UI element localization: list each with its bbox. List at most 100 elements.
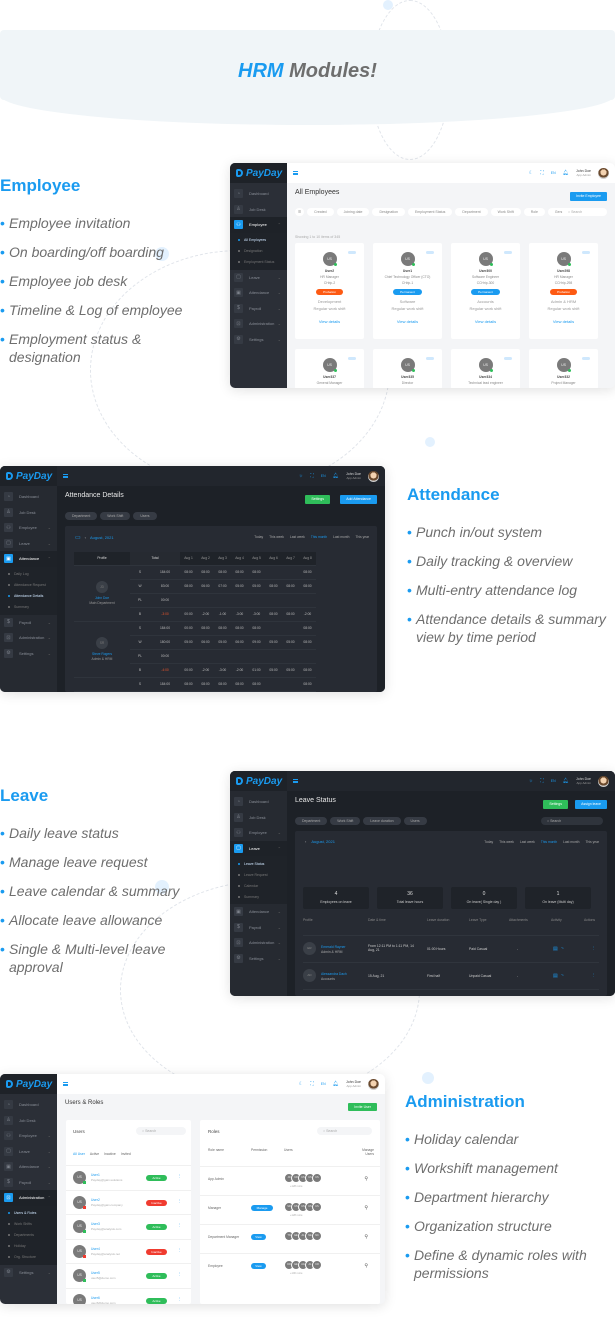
employee-card[interactable]: US User337 General Manager xyxy=(295,349,364,388)
sidebar-item-attendance[interactable]: ▣ Attendance ⌄ xyxy=(230,904,287,920)
filter-toggle-button[interactable]: ☰ xyxy=(295,208,305,216)
user-actions-icon[interactable]: ⋮ xyxy=(178,1248,181,1252)
user-name-link[interactable]: User5 xyxy=(91,1271,100,1275)
avatar[interactable] xyxy=(598,775,609,787)
permission-badge[interactable]: View xyxy=(251,1263,266,1269)
filter-pill[interactable]: Created xyxy=(307,208,334,216)
menu-icon[interactable] xyxy=(293,171,298,175)
settings-button[interactable]: Settings xyxy=(543,800,568,809)
sidebar-item-settings[interactable]: ⚙ Settings ⌄ xyxy=(0,1265,57,1281)
sidebar-item-settings[interactable]: ⚙ Settings ⌄ xyxy=(230,951,287,967)
filter-pill[interactable]: Users xyxy=(403,817,427,825)
user-actions-icon[interactable]: ⋮ xyxy=(178,1199,181,1203)
submenu-item[interactable]: Org. Structure xyxy=(0,1252,57,1263)
sidebar-item-employee[interactable]: ⚇ Employee ⌃ xyxy=(230,217,287,233)
sidebar-item-settings[interactable]: ⚙ Settings ⌄ xyxy=(0,646,57,662)
sidebar-item-payroll[interactable]: $ Payroll ⌄ xyxy=(0,1175,57,1191)
document-icon[interactable]: ▤ xyxy=(553,973,558,979)
profile-name-link[interactable]: Emerald Rayner xyxy=(321,945,346,949)
add-attendance-button[interactable]: Add Attendance xyxy=(340,495,377,504)
user-name-link[interactable]: User6 xyxy=(91,1296,100,1300)
period-tab[interactable]: Today xyxy=(254,535,263,539)
bell-icon[interactable]: 🔔︎ xyxy=(563,170,569,176)
sidebar-item-job-desk[interactable]: ♙ Job Desk xyxy=(0,1113,57,1129)
submenu-item[interactable]: Leave Request xyxy=(230,869,287,880)
period-tab[interactable]: Last month xyxy=(333,535,349,539)
user-filter-tab[interactable]: Invited xyxy=(121,1152,131,1156)
light-mode-icon[interactable]: ☼ xyxy=(299,473,304,479)
employee-card[interactable]: US User2 HR Manager CHrip-2 Probation Develop… xyxy=(295,243,364,339)
user-menu[interactable]: John Doe App Admin xyxy=(576,169,591,177)
profile-name-link[interactable]: Alessandra Dach xyxy=(321,972,347,976)
submenu-item[interactable]: Departments xyxy=(0,1230,57,1241)
sidebar-item-attendance[interactable]: ▣ Attendance ⌄ xyxy=(230,285,287,301)
calendar-icon[interactable]: ▭ xyxy=(75,534,81,541)
sidebar-item-job-desk[interactable]: ♙ Job Desk xyxy=(230,810,287,826)
actions-menu-icon[interactable]: ⋮ xyxy=(592,946,595,950)
user-filter-tab[interactable]: Active xyxy=(90,1152,99,1156)
assign-leave-button[interactable]: Assign leave xyxy=(575,800,607,809)
user-name-link[interactable]: User4 xyxy=(91,1247,100,1251)
submenu-item[interactable]: Designation xyxy=(230,246,287,257)
period-tab[interactable]: Last week xyxy=(520,840,535,844)
user-menu[interactable]: John Doe App Admin xyxy=(576,777,591,785)
sidebar-item-administration[interactable]: ⊡ Administration ⌃ xyxy=(0,1190,57,1206)
sidebar-item-payroll[interactable]: $ Payroll ⌄ xyxy=(230,920,287,936)
more-options-icon[interactable] xyxy=(348,357,356,360)
fullscreen-icon[interactable]: ⛶ xyxy=(540,170,544,176)
language-selector[interactable]: EN xyxy=(551,779,556,783)
user-name-link[interactable]: User3 xyxy=(91,1222,100,1226)
sidebar-item-dashboard[interactable]: ◔ Dashboard xyxy=(230,186,287,202)
period-tab[interactable]: This year xyxy=(355,535,369,539)
search-input[interactable]: ○ Search xyxy=(562,208,607,216)
menu-icon[interactable] xyxy=(63,474,68,478)
sidebar-item-job-desk[interactable]: ♙ Job Desk xyxy=(0,505,57,521)
language-selector[interactable]: EN xyxy=(321,474,326,478)
submenu-item[interactable]: All Employees xyxy=(230,235,287,246)
filter-pill[interactable]: Users xyxy=(133,512,157,520)
filter-pill[interactable]: Designation xyxy=(372,208,405,216)
sidebar-item-settings[interactable]: ⚙ Settings ⌄ xyxy=(230,332,287,348)
bell-icon[interactable]: 🔔︎ xyxy=(333,473,339,479)
filter-pill[interactable]: Department xyxy=(295,817,328,825)
more-options-icon[interactable] xyxy=(426,251,434,254)
submenu-item[interactable]: Summary xyxy=(230,891,287,902)
sidebar-item-dashboard[interactable]: ◔ Dashboard xyxy=(0,1097,57,1113)
sidebar-item-leave[interactable]: ▢ Leave ⌃ xyxy=(230,840,287,856)
invite-user-button[interactable]: Invite User xyxy=(348,1103,377,1111)
filter-pill[interactable]: Work Shift xyxy=(490,208,521,216)
profile-name-link[interactable]: Steve Rogers xyxy=(74,652,130,656)
view-details-link[interactable]: View details xyxy=(529,319,598,324)
activity-icon[interactable]: ∿ xyxy=(561,973,564,977)
user-actions-icon[interactable]: ⋮ xyxy=(178,1297,181,1301)
filter-pill[interactable]: Department xyxy=(65,512,98,520)
user-menu[interactable]: John Doe App Admin xyxy=(346,472,361,480)
prev-month-icon[interactable]: ‹ xyxy=(85,535,86,540)
user-actions-icon[interactable]: ⋮ xyxy=(178,1223,181,1227)
period-tab[interactable]: This week xyxy=(269,535,284,539)
user-filter-tab[interactable]: Inactive xyxy=(104,1152,116,1156)
users-search-input[interactable]: ○ Search xyxy=(136,1127,186,1135)
view-details-link[interactable]: View details xyxy=(373,319,442,324)
avatar[interactable] xyxy=(368,1078,379,1090)
more-options-icon[interactable] xyxy=(504,251,512,254)
light-mode-icon[interactable]: ☼ xyxy=(529,778,534,784)
period-tab[interactable]: This month xyxy=(541,840,557,844)
roles-search-input[interactable]: ○ Search xyxy=(317,1127,372,1135)
employee-card[interactable]: US User298 HR Manager CCHrip-298 Probation Ad… xyxy=(529,243,598,339)
sidebar-item-leave[interactable]: ▢ Leave ⌄ xyxy=(230,270,287,286)
fullscreen-icon[interactable]: ⛶ xyxy=(310,473,314,479)
employee-card[interactable]: US User300 Software Engineer CCHrip-300 Perm… xyxy=(451,243,520,339)
submenu-item[interactable]: Employment Status xyxy=(230,257,287,268)
fullscreen-icon[interactable]: ⛶ xyxy=(540,778,544,784)
avatar[interactable] xyxy=(368,470,379,482)
filter-pill[interactable]: Leave duration xyxy=(363,817,401,825)
sidebar-item-administration[interactable]: ⊡ Administration ⌄ xyxy=(230,935,287,951)
period-tab[interactable]: Last month xyxy=(563,840,579,844)
more-options-icon[interactable] xyxy=(426,357,434,360)
submenu-item[interactable]: Users & Roles xyxy=(0,1208,57,1219)
permission-badge[interactable]: View xyxy=(251,1234,266,1240)
invite-employee-button[interactable]: Invite Employee xyxy=(570,192,607,201)
user-name-link[interactable]: User2 xyxy=(91,1198,100,1202)
submenu-item[interactable]: Attendance Details xyxy=(0,591,57,602)
